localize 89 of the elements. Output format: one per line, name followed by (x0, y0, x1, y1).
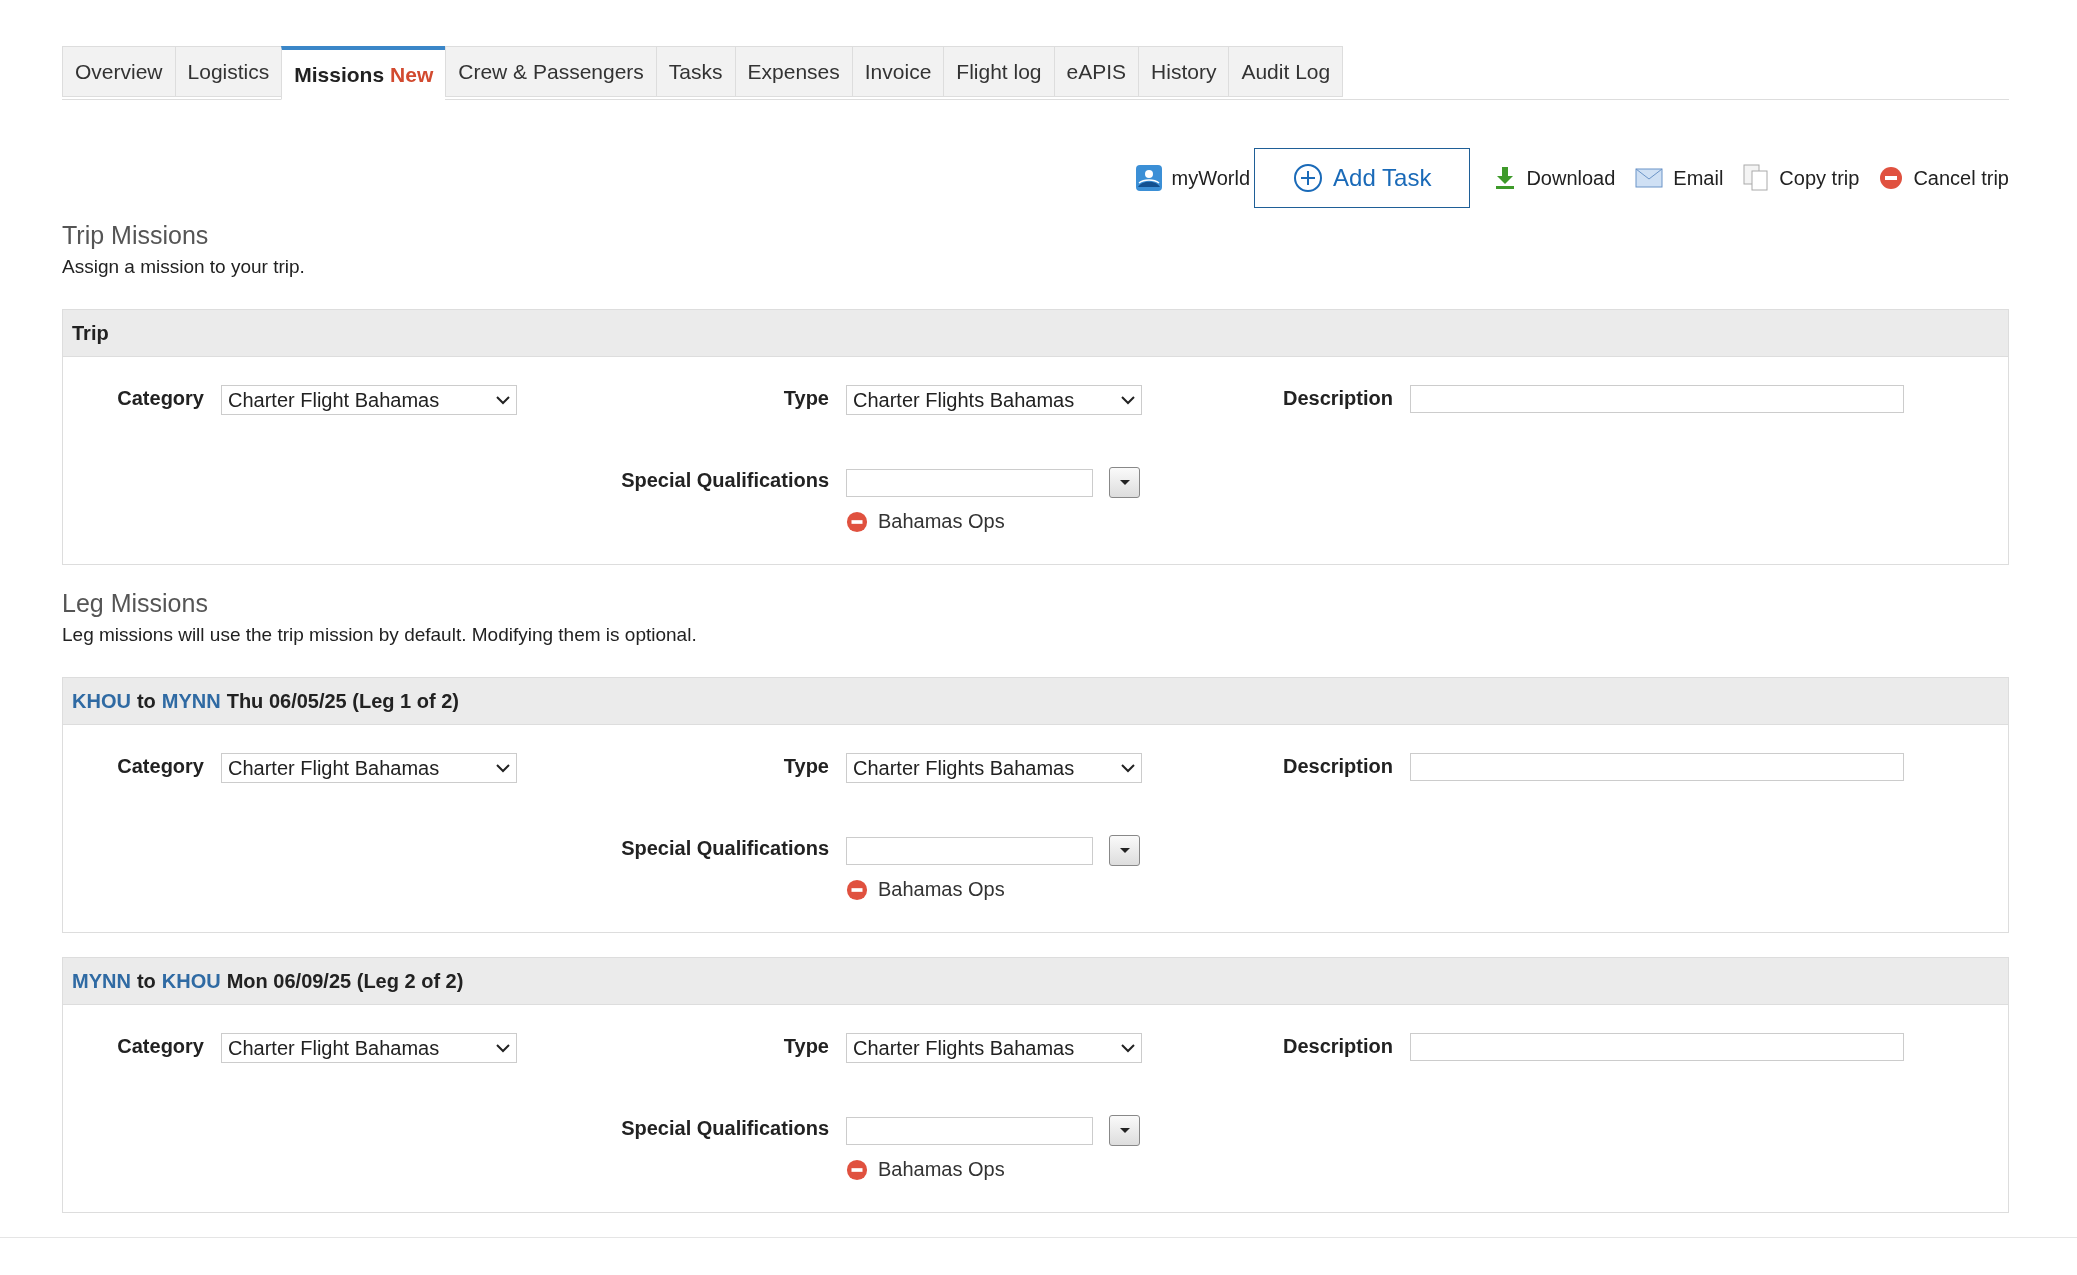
type-select[interactable]: Charter Flights Bahamas (846, 1033, 1142, 1063)
tab-label: Flight log (956, 59, 1042, 84)
category-select[interactable]: Charter Flight Bahamas (221, 1033, 517, 1063)
toolbar-link[interactable]: myWorld (1135, 165, 1251, 191)
section-title: Leg Missions (62, 589, 209, 618)
tab[interactable]: Audit Log (1228, 46, 1344, 97)
tab[interactable]: Missions New (281, 46, 446, 100)
airport-link[interactable]: KHOU (161, 969, 221, 993)
type-select[interactable]: Charter Flights Bahamas (846, 753, 1142, 783)
field-label: Special Qualifications (621, 836, 829, 860)
plus-circle-icon (1293, 163, 1324, 193)
field-label: Category (117, 754, 204, 778)
tab[interactable]: Crew & Passengers (445, 46, 656, 97)
tab[interactable]: Logistics (174, 46, 282, 97)
airport-link[interactable]: KHOU (72, 689, 131, 713)
field-label: Category (117, 1034, 204, 1058)
tab[interactable]: Invoice (851, 46, 944, 97)
route-text: to (136, 689, 156, 713)
tab-label: Missions (294, 62, 385, 87)
field-label: Type (783, 386, 829, 410)
cancel-icon (1879, 166, 1904, 190)
dropdown-button[interactable] (1109, 1115, 1140, 1146)
tab[interactable]: Flight log (943, 46, 1054, 97)
leg-date-text: Mon 06/09/25 (Leg 2 of 2) (226, 969, 464, 993)
triangle-down-icon (1118, 1127, 1131, 1134)
section-description: Assign a mission to your trip. (62, 256, 306, 278)
remove-icon[interactable] (846, 878, 868, 901)
route-text: to (136, 969, 156, 993)
field-label: Special Qualifications (621, 468, 829, 492)
envelope-icon (1635, 168, 1664, 188)
section-description: Leg missions will use the trip mission by default. Modifying them is optional. (62, 624, 698, 646)
field-label: Type (783, 1034, 829, 1058)
category-select[interactable]: Charter Flight Bahamas (221, 753, 517, 783)
panel-title: Trip (72, 321, 109, 345)
tab-label: History (1151, 59, 1217, 84)
tab-label: Overview (75, 59, 163, 84)
chevron-down-icon (1121, 395, 1135, 405)
description-field[interactable] (1410, 753, 1904, 781)
chevron-down-icon (496, 763, 510, 773)
description-field[interactable] (1410, 385, 1904, 413)
tab[interactable]: Tasks (655, 46, 735, 97)
airport-link[interactable]: MYNN (72, 969, 131, 993)
section-title: Trip Missions (62, 221, 210, 250)
chevron-down-icon (1121, 1043, 1135, 1053)
tab-label: eAPIS (1066, 59, 1127, 84)
tab-label: Logistics (187, 59, 270, 84)
leg-date-text: Thu 06/05/25 (Leg 1 of 2) (226, 689, 459, 713)
qualifications-field[interactable] (846, 468, 1093, 497)
toolbar-link[interactable]: Email (1635, 166, 1724, 190)
category-select[interactable]: Charter Flight Bahamas (221, 385, 517, 415)
qualifications-field[interactable] (846, 836, 1093, 865)
tab[interactable]: Expenses (734, 46, 852, 97)
field-label: Type (783, 754, 829, 778)
qualification-tag: Bahamas Ops (878, 510, 1005, 533)
airport-link[interactable]: MYNN (161, 689, 221, 713)
toolbar-link[interactable]: Cancel trip (1879, 166, 2009, 190)
field-label: Special Qualifications (621, 1116, 829, 1140)
tab-label: Audit Log (1241, 59, 1331, 84)
field-label: Category (117, 386, 204, 410)
toolbar-link[interactable]: Copy trip (1743, 164, 1860, 192)
type-select[interactable]: Charter Flights Bahamas (846, 385, 1142, 415)
field-label: Description (1282, 754, 1393, 778)
remove-icon[interactable] (846, 1158, 868, 1181)
dropdown-button[interactable] (1109, 835, 1140, 866)
chevron-down-icon (496, 395, 510, 405)
dropdown-button[interactable] (1109, 467, 1140, 498)
tab[interactable]: History (1138, 46, 1229, 97)
qualification-tag: Bahamas Ops (878, 878, 1005, 901)
tab[interactable]: Overview (62, 46, 175, 97)
triangle-down-icon (1118, 847, 1131, 854)
field-label: Description (1282, 386, 1393, 410)
field-label: Description (1282, 1034, 1393, 1058)
qualification-tag: Bahamas Ops (878, 1158, 1005, 1181)
tab-label: Expenses (747, 59, 840, 84)
qualifications-field[interactable] (846, 1116, 1093, 1145)
toolbar-link[interactable]: Download (1494, 166, 1616, 190)
triangle-down-icon (1118, 479, 1131, 486)
remove-icon[interactable] (846, 510, 868, 533)
tab-label: Crew & Passengers (458, 59, 644, 84)
description-field[interactable] (1410, 1033, 1904, 1061)
tab-label: Tasks (668, 59, 723, 84)
chevron-down-icon (496, 1043, 510, 1053)
chevron-down-icon (1121, 763, 1135, 773)
tab-status-label: New (390, 62, 434, 87)
tab-label: Invoice (864, 59, 932, 84)
tab[interactable]: eAPIS (1053, 46, 1139, 97)
add-task-button[interactable]: Add Task (1254, 148, 1471, 208)
copy-icon (1743, 164, 1770, 192)
download-icon (1494, 166, 1517, 190)
